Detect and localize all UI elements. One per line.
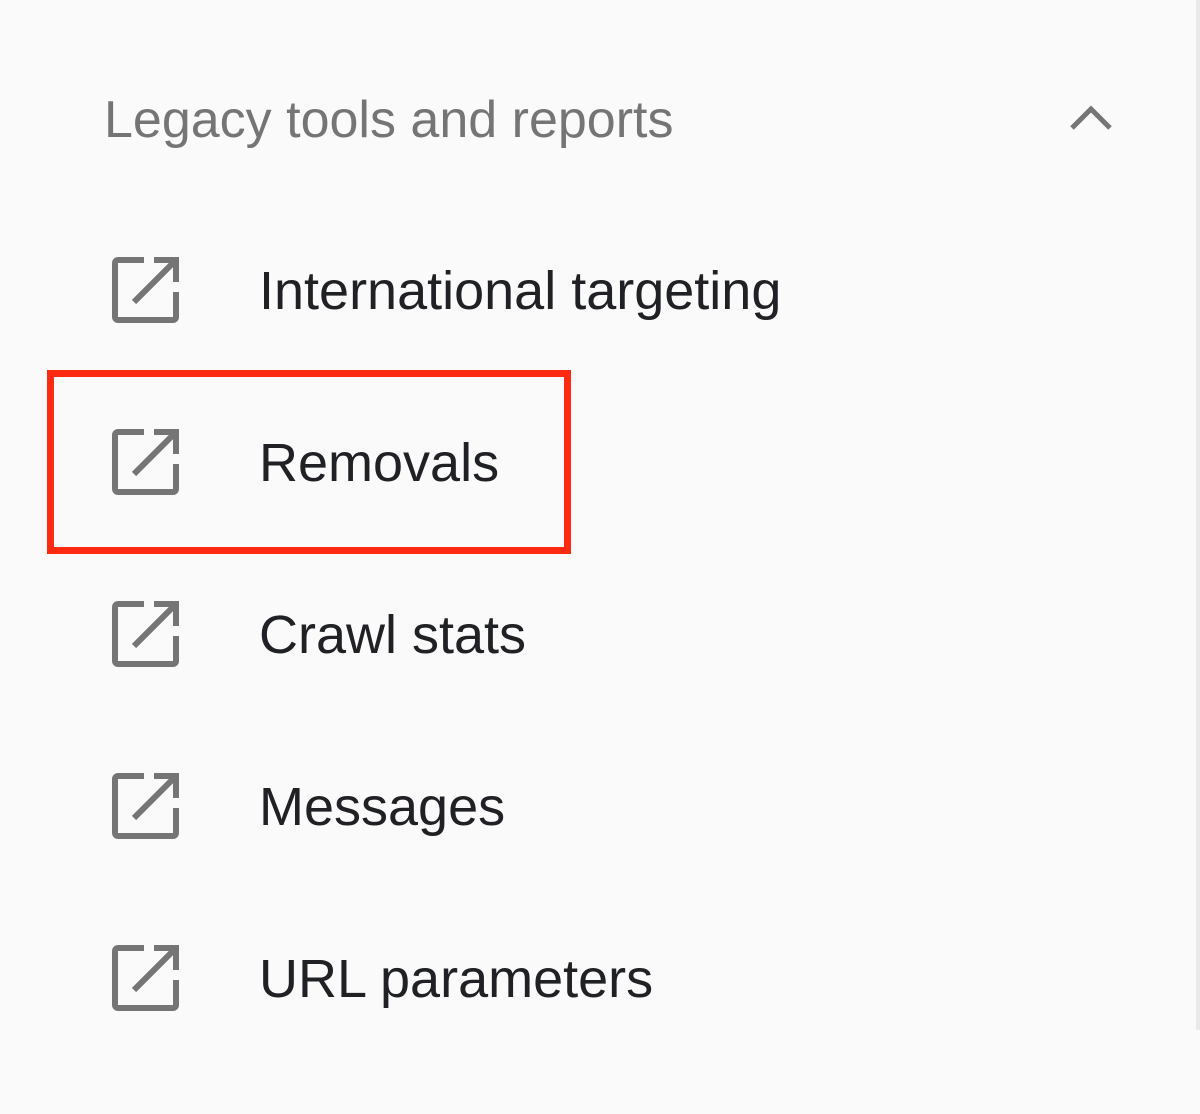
nav-item-removals[interactable]: Removals	[0, 402, 1140, 522]
nav-item-label: URL parameters	[259, 949, 654, 1009]
nav-item-messages[interactable]: Messages	[0, 746, 1140, 866]
nav-item-label: Removals	[259, 433, 500, 493]
nav-item-international-targeting[interactable]: International targeting	[0, 230, 1140, 350]
nav-item-label: Crawl stats	[259, 605, 527, 665]
nav-item-url-parameters[interactable]: URL parameters	[0, 918, 1140, 1038]
nav-item-crawl-stats[interactable]: Crawl stats	[0, 574, 1140, 694]
nav-item-label: International targeting	[259, 261, 782, 321]
section-header-legacy-tools[interactable]: Legacy tools and reports	[0, 70, 1200, 170]
chevron-up-icon[interactable]	[1066, 100, 1116, 134]
open-in-new-icon	[112, 429, 179, 495]
open-in-new-icon	[112, 773, 179, 839]
open-in-new-icon	[112, 257, 179, 323]
open-in-new-icon	[112, 601, 179, 667]
section-title: Legacy tools and reports	[104, 91, 674, 149]
nav-item-label: Messages	[259, 777, 506, 837]
open-in-new-icon	[112, 945, 179, 1011]
